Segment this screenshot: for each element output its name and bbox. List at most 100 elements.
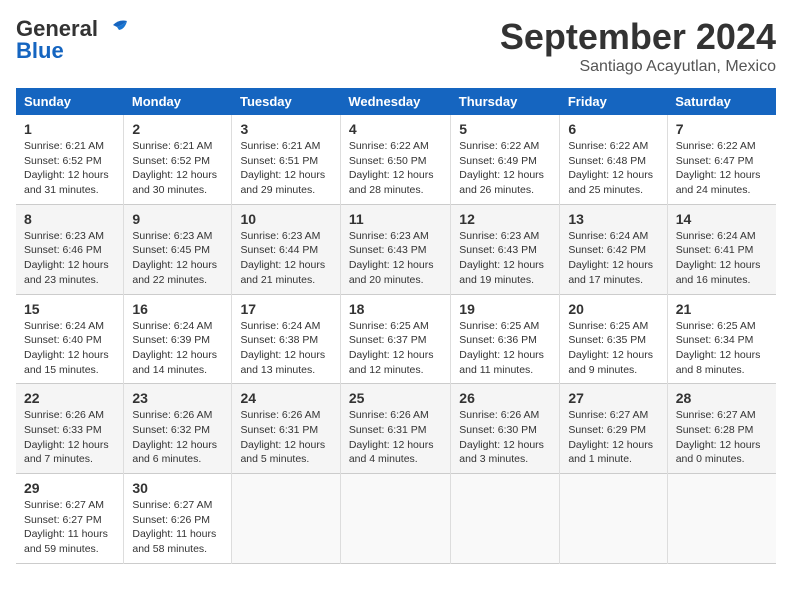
table-row: 24 Sunrise: 6:26 AM Sunset: 6:31 PM Dayli…	[232, 384, 340, 474]
table-row: 16 Sunrise: 6:24 AM Sunset: 6:39 PM Dayli…	[124, 294, 232, 384]
day-info: Sunrise: 6:25 AM Sunset: 6:36 PM Dayligh…	[459, 319, 551, 378]
logo-text-blue: Blue	[16, 38, 64, 64]
day-info: Sunrise: 6:22 AM Sunset: 6:49 PM Dayligh…	[459, 139, 551, 198]
day-number: 11	[349, 211, 442, 227]
calendar-week-row: 22 Sunrise: 6:26 AM Sunset: 6:33 PM Dayli…	[16, 384, 776, 474]
day-number: 26	[459, 390, 551, 406]
table-row	[340, 474, 450, 564]
day-info: Sunrise: 6:22 AM Sunset: 6:48 PM Dayligh…	[568, 139, 658, 198]
header-wednesday: Wednesday	[340, 88, 450, 115]
day-number: 10	[240, 211, 331, 227]
day-info: Sunrise: 6:21 AM Sunset: 6:52 PM Dayligh…	[132, 139, 223, 198]
day-info: Sunrise: 6:24 AM Sunset: 6:38 PM Dayligh…	[240, 319, 331, 378]
calendar-header-row: Sunday Monday Tuesday Wednesday Thursday…	[16, 88, 776, 115]
table-row: 22 Sunrise: 6:26 AM Sunset: 6:33 PM Dayli…	[16, 384, 124, 474]
day-info: Sunrise: 6:21 AM Sunset: 6:52 PM Dayligh…	[24, 139, 115, 198]
table-row: 15 Sunrise: 6:24 AM Sunset: 6:40 PM Dayli…	[16, 294, 124, 384]
table-row: 7 Sunrise: 6:22 AM Sunset: 6:47 PM Daylig…	[667, 115, 776, 204]
day-info: Sunrise: 6:24 AM Sunset: 6:40 PM Dayligh…	[24, 319, 115, 378]
table-row: 11 Sunrise: 6:23 AM Sunset: 6:43 PM Dayli…	[340, 204, 450, 294]
day-number: 14	[676, 211, 768, 227]
calendar-week-row: 1 Sunrise: 6:21 AM Sunset: 6:52 PM Daylig…	[16, 115, 776, 204]
location-title: Santiago Acayutlan, Mexico	[500, 58, 776, 76]
day-info: Sunrise: 6:24 AM Sunset: 6:39 PM Dayligh…	[132, 319, 223, 378]
header-sunday: Sunday	[16, 88, 124, 115]
day-info: Sunrise: 6:23 AM Sunset: 6:43 PM Dayligh…	[349, 229, 442, 288]
day-info: Sunrise: 6:26 AM Sunset: 6:30 PM Dayligh…	[459, 408, 551, 467]
header-tuesday: Tuesday	[232, 88, 340, 115]
page-header: General Blue September 2024 Santiago Aca…	[16, 16, 776, 76]
calendar-week-row: 15 Sunrise: 6:24 AM Sunset: 6:40 PM Dayli…	[16, 294, 776, 384]
calendar-week-row: 8 Sunrise: 6:23 AM Sunset: 6:46 PM Daylig…	[16, 204, 776, 294]
table-row	[560, 474, 667, 564]
day-number: 16	[132, 301, 223, 317]
day-info: Sunrise: 6:27 AM Sunset: 6:28 PM Dayligh…	[676, 408, 768, 467]
day-info: Sunrise: 6:27 AM Sunset: 6:29 PM Dayligh…	[568, 408, 658, 467]
table-row: 28 Sunrise: 6:27 AM Sunset: 6:28 PM Dayli…	[667, 384, 776, 474]
day-info: Sunrise: 6:26 AM Sunset: 6:33 PM Dayligh…	[24, 408, 115, 467]
table-row: 27 Sunrise: 6:27 AM Sunset: 6:29 PM Dayli…	[560, 384, 667, 474]
day-info: Sunrise: 6:27 AM Sunset: 6:27 PM Dayligh…	[24, 498, 115, 557]
table-row	[451, 474, 560, 564]
table-row: 26 Sunrise: 6:26 AM Sunset: 6:30 PM Dayli…	[451, 384, 560, 474]
day-number: 28	[676, 390, 768, 406]
table-row: 6 Sunrise: 6:22 AM Sunset: 6:48 PM Daylig…	[560, 115, 667, 204]
day-info: Sunrise: 6:25 AM Sunset: 6:34 PM Dayligh…	[676, 319, 768, 378]
table-row: 4Sunrise: 6:22 AM Sunset: 6:50 PM Daylig…	[340, 115, 450, 204]
day-number: 4	[349, 121, 442, 137]
day-number: 25	[349, 390, 442, 406]
day-info: Sunrise: 6:22 AM Sunset: 6:47 PM Dayligh…	[676, 139, 768, 198]
day-info: Sunrise: 6:23 AM Sunset: 6:45 PM Dayligh…	[132, 229, 223, 288]
day-number: 3	[240, 121, 331, 137]
table-row: 8 Sunrise: 6:23 AM Sunset: 6:46 PM Daylig…	[16, 204, 124, 294]
table-row: 21 Sunrise: 6:25 AM Sunset: 6:34 PM Dayli…	[667, 294, 776, 384]
day-number: 15	[24, 301, 115, 317]
day-number: 23	[132, 390, 223, 406]
table-row: 12Sunrise: 6:23 AM Sunset: 6:43 PM Dayli…	[451, 204, 560, 294]
table-row: 10Sunrise: 6:23 AM Sunset: 6:44 PM Dayli…	[232, 204, 340, 294]
table-row	[232, 474, 340, 564]
day-info: Sunrise: 6:24 AM Sunset: 6:42 PM Dayligh…	[568, 229, 658, 288]
day-number: 30	[132, 480, 223, 496]
table-row: 25Sunrise: 6:26 AM Sunset: 6:31 PM Dayli…	[340, 384, 450, 474]
day-number: 1	[24, 121, 115, 137]
header-saturday: Saturday	[667, 88, 776, 115]
day-number: 13	[568, 211, 658, 227]
day-info: Sunrise: 6:23 AM Sunset: 6:43 PM Dayligh…	[459, 229, 551, 288]
table-row: 9 Sunrise: 6:23 AM Sunset: 6:45 PM Daylig…	[124, 204, 232, 294]
day-number: 5	[459, 121, 551, 137]
day-info: Sunrise: 6:23 AM Sunset: 6:46 PM Dayligh…	[24, 229, 115, 288]
logo: General Blue	[16, 16, 131, 64]
table-row: 29Sunrise: 6:27 AM Sunset: 6:27 PM Dayli…	[16, 474, 124, 564]
day-number: 27	[568, 390, 658, 406]
day-info: Sunrise: 6:27 AM Sunset: 6:26 PM Dayligh…	[132, 498, 223, 557]
day-number: 19	[459, 301, 551, 317]
day-info: Sunrise: 6:21 AM Sunset: 6:51 PM Dayligh…	[240, 139, 331, 198]
calendar-week-row: 29Sunrise: 6:27 AM Sunset: 6:27 PM Dayli…	[16, 474, 776, 564]
table-row: 2Sunrise: 6:21 AM Sunset: 6:52 PM Daylig…	[124, 115, 232, 204]
day-number: 24	[240, 390, 331, 406]
table-row: 17 Sunrise: 6:24 AM Sunset: 6:38 PM Dayli…	[232, 294, 340, 384]
table-row: 23 Sunrise: 6:26 AM Sunset: 6:32 PM Dayli…	[124, 384, 232, 474]
day-info: Sunrise: 6:24 AM Sunset: 6:41 PM Dayligh…	[676, 229, 768, 288]
table-row: 3 Sunrise: 6:21 AM Sunset: 6:51 PM Daylig…	[232, 115, 340, 204]
calendar-title-section: September 2024 Santiago Acayutlan, Mexic…	[500, 16, 776, 76]
table-row: 14 Sunrise: 6:24 AM Sunset: 6:41 PM Dayli…	[667, 204, 776, 294]
day-number: 7	[676, 121, 768, 137]
day-info: Sunrise: 6:25 AM Sunset: 6:37 PM Dayligh…	[349, 319, 442, 378]
day-number: 8	[24, 211, 115, 227]
header-friday: Friday	[560, 88, 667, 115]
month-title: September 2024	[500, 16, 776, 58]
table-row: 1 Sunrise: 6:21 AM Sunset: 6:52 PM Daylig…	[16, 115, 124, 204]
day-info: Sunrise: 6:26 AM Sunset: 6:31 PM Dayligh…	[240, 408, 331, 467]
day-number: 22	[24, 390, 115, 406]
header-thursday: Thursday	[451, 88, 560, 115]
day-number: 20	[568, 301, 658, 317]
day-number: 17	[240, 301, 331, 317]
day-number: 18	[349, 301, 442, 317]
day-number: 9	[132, 211, 223, 227]
day-number: 21	[676, 301, 768, 317]
table-row: 19 Sunrise: 6:25 AM Sunset: 6:36 PM Dayli…	[451, 294, 560, 384]
day-number: 6	[568, 121, 658, 137]
day-info: Sunrise: 6:26 AM Sunset: 6:32 PM Dayligh…	[132, 408, 223, 467]
